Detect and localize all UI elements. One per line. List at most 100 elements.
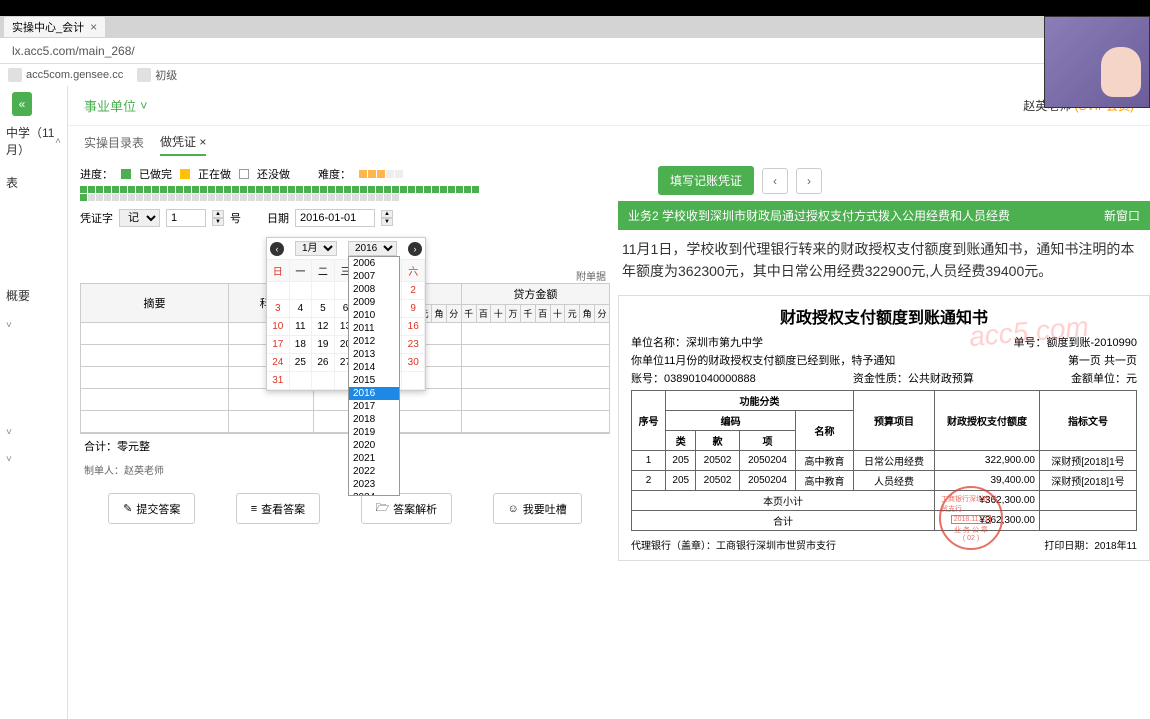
calendar-popup: ‹ 1月 2016 200620072008200920102011201220… <box>266 237 426 391</box>
view-answer-button[interactable]: ≡ 查看答案 <box>236 493 320 524</box>
year-option[interactable]: 2011 <box>349 322 399 335</box>
maker-row: 制单人：赵英老师 <box>80 458 610 481</box>
browser-tab[interactable]: 实操中心_会计 × <box>4 17 105 37</box>
calendar-day[interactable]: 23 <box>402 336 425 354</box>
calendar-day[interactable]: 25 <box>290 354 313 372</box>
webcam-overlay <box>1044 16 1150 108</box>
year-option[interactable]: 2008 <box>349 283 399 296</box>
calendar-day[interactable]: 9 <box>402 300 425 318</box>
nav-item[interactable]: ˅ <box>0 419 67 446</box>
tab-directory[interactable]: 实操目录表 <box>84 130 144 155</box>
close-icon[interactable]: × <box>199 135 206 149</box>
cred-no-input[interactable] <box>166 209 206 227</box>
calendar-day[interactable]: 11 <box>290 318 313 336</box>
cred-type-select[interactable]: 记 <box>119 209 160 227</box>
cred-no-spinner[interactable]: ▲▼ <box>212 210 224 226</box>
calendar-day[interactable]: 19 <box>312 336 335 354</box>
legend-doing-icon <box>180 169 190 179</box>
explain-button[interactable]: 🗁 答案解析 <box>361 493 453 524</box>
nav-item[interactable]: ˅ <box>0 312 67 339</box>
year-option[interactable]: 2015 <box>349 374 399 387</box>
difficulty-bar <box>359 170 403 178</box>
calendar-day[interactable]: 31 <box>267 372 290 390</box>
year-option[interactable]: 2023 <box>349 478 399 491</box>
year-option[interactable]: 2024 <box>349 491 399 496</box>
th-abstract: 摘要 <box>81 284 229 323</box>
date-input[interactable] <box>295 209 375 227</box>
bookmark-bar: acc5com.gensee.cc 初级 <box>0 64 1150 86</box>
tab-voucher[interactable]: 做凭证 × <box>160 129 206 156</box>
calendar-day[interactable]: 3 <box>267 300 290 318</box>
page-icon <box>8 68 22 82</box>
calendar-day[interactable]: 4 <box>290 300 313 318</box>
table-row: 2205205022050204高中教育人员经费39,400.00深财预[201… <box>632 470 1137 490</box>
business-unit-select[interactable]: 事业单位˅ <box>84 96 148 115</box>
year-option[interactable]: 2014 <box>349 361 399 374</box>
calendar-day[interactable]: 2 <box>402 282 425 300</box>
notice-table: 序号 功能分类 预算项目 财政授权支付额度 指标文号 编码 名称 <box>631 390 1137 531</box>
calendar-day[interactable] <box>267 282 290 300</box>
chevron-down-icon: ˅ <box>140 98 148 113</box>
browser-tab-bar: 实操中心_会计 × <box>0 16 1150 38</box>
task-description: 11月1日，学校收到代理银行转来的财政授权支付额度到账通知书，通知书注明的本年额… <box>618 230 1150 291</box>
url-input[interactable]: lx.acc5.com/main_268/ <box>8 42 1142 60</box>
year-option[interactable]: 2019 <box>349 426 399 439</box>
calendar-day[interactable]: 10 <box>267 318 290 336</box>
year-option[interactable]: 2007 <box>349 270 399 283</box>
year-option[interactable]: 2006 <box>349 257 399 270</box>
fill-voucher-button[interactable]: 填写记账凭证 <box>658 166 754 195</box>
progress-grid[interactable] <box>80 186 480 201</box>
cal-year-select[interactable]: 2016 <box>348 241 397 256</box>
nav-item[interactable]: 表 <box>0 166 67 199</box>
collapse-button[interactable]: « <box>12 92 32 116</box>
calendar-day[interactable] <box>290 372 313 390</box>
feedback-button[interactable]: ☺ 我要吐槽 <box>493 493 582 524</box>
year-dropdown: 2006200720082009201020112012201320142015… <box>348 256 400 496</box>
notice-title: 财政授权支付额度到账通知书 <box>631 304 1137 328</box>
calendar-day[interactable]: 17 <box>267 336 290 354</box>
year-option[interactable]: 2010 <box>349 309 399 322</box>
nav-item[interactable]: 概要 <box>0 279 67 312</box>
date-spinner[interactable]: ▲▼ <box>381 210 393 226</box>
bookmark-item[interactable]: 初级 <box>137 67 177 83</box>
calendar-day[interactable]: 26 <box>312 354 335 372</box>
tab-title: 实操中心_会计 <box>12 19 84 35</box>
year-option[interactable]: 2009 <box>349 296 399 309</box>
bookmark-item[interactable]: acc5com.gensee.cc <box>8 68 123 82</box>
year-option[interactable]: 2021 <box>349 452 399 465</box>
nav-item[interactable]: ˅ <box>0 446 67 473</box>
year-option[interactable]: 2020 <box>349 439 399 452</box>
cal-prev-button[interactable]: ‹ <box>270 242 284 256</box>
next-button[interactable]: › <box>796 168 822 194</box>
calendar-day[interactable] <box>312 282 335 300</box>
page-icon <box>137 68 151 82</box>
calendar-day[interactable]: 24 <box>267 354 290 372</box>
stamp-icon: 工商银行深圳市世贸支行 2018.11.01 业 务 公 章 ( 02 ) <box>939 486 1003 550</box>
year-option[interactable]: 2012 <box>349 335 399 348</box>
year-option[interactable]: 2018 <box>349 413 399 426</box>
year-option[interactable]: 2017 <box>349 400 399 413</box>
chevron-down-icon: ˅ <box>6 320 12 331</box>
calendar-day[interactable] <box>402 372 425 390</box>
cal-month-select[interactable]: 1月 <box>295 241 337 256</box>
calendar-day[interactable]: 12 <box>312 318 335 336</box>
year-option[interactable]: 2016 <box>349 387 399 400</box>
calendar-day[interactable]: 30 <box>402 354 425 372</box>
year-option[interactable]: 2013 <box>349 348 399 361</box>
year-option[interactable]: 2022 <box>349 465 399 478</box>
close-icon[interactable]: × <box>90 20 97 34</box>
calendar-day[interactable]: 18 <box>290 336 313 354</box>
chevron-down-icon: ˅ <box>6 427 12 438</box>
submit-button[interactable]: ✎ 提交答案 <box>108 493 195 524</box>
calendar-day[interactable]: 5 <box>312 300 335 318</box>
calendar-day[interactable] <box>312 372 335 390</box>
total-row: 合计：零元整 <box>80 433 610 458</box>
legend-done-icon <box>121 169 131 179</box>
progress-label: 进度： <box>80 166 113 182</box>
calendar-day[interactable]: 16 <box>402 318 425 336</box>
prev-button[interactable]: ‹ <box>762 168 788 194</box>
calendar-day[interactable] <box>290 282 313 300</box>
nav-item[interactable]: 中学（11月）˄ <box>0 116 67 166</box>
cal-next-button[interactable]: › <box>408 242 422 256</box>
notice-document: acc5.com 财政授权支付额度到账通知书 单位名称：深圳市第九中学 单号：额… <box>618 295 1150 561</box>
